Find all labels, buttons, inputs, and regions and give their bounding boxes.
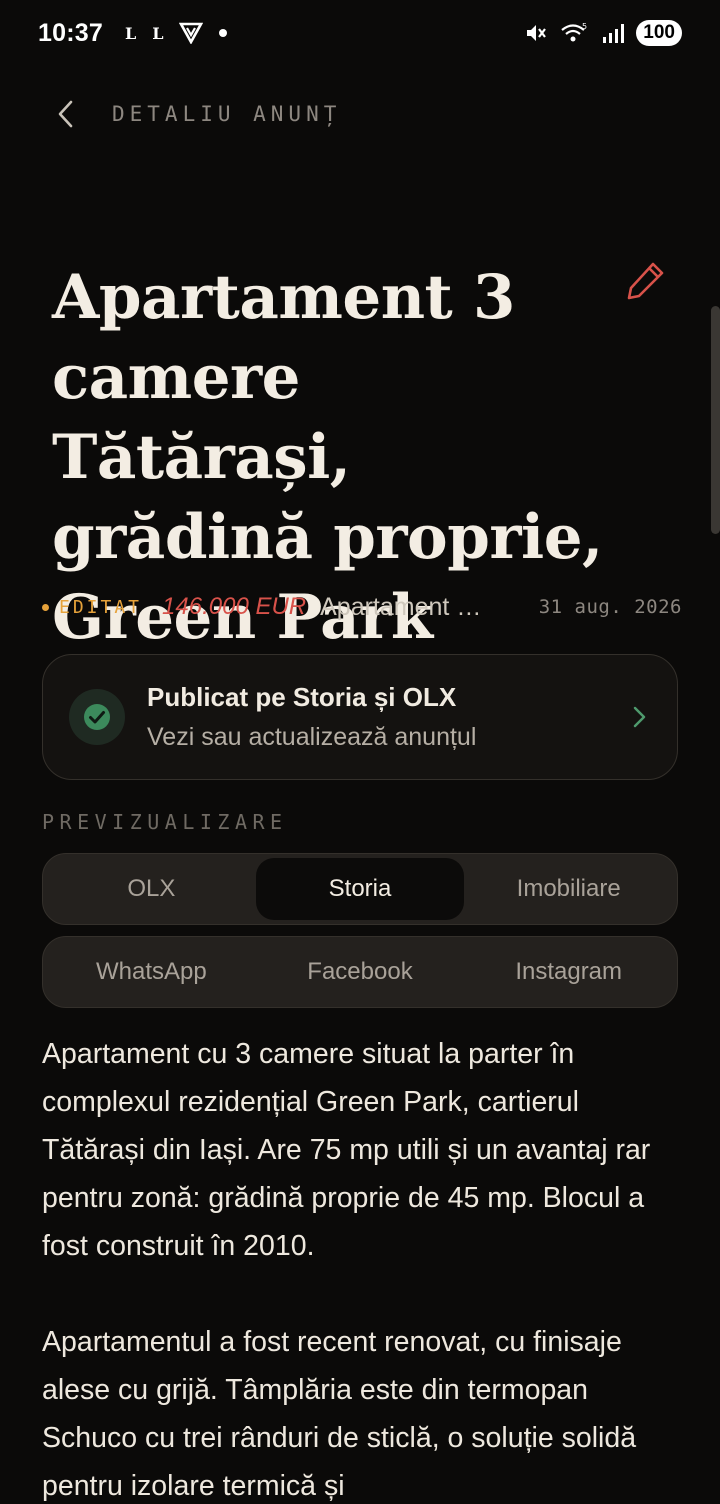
notification-dot-icon bbox=[219, 29, 228, 37]
tab-olx[interactable]: OLX bbox=[47, 858, 256, 920]
preview-platform-tabs: OLX Storia Imobiliare bbox=[42, 853, 678, 925]
notification-l-icon: L bbox=[124, 23, 137, 43]
check-circle-icon bbox=[84, 704, 110, 730]
published-title: Publicat pe Storia și OLX bbox=[147, 682, 457, 712]
tab-imobiliare[interactable]: Imobiliare bbox=[464, 858, 673, 920]
status-bar: 10:37 L L 5 100 bbox=[0, 0, 720, 66]
published-status-card[interactable]: Publicat pe Storia și OLX Vezi sau actua… bbox=[42, 654, 678, 780]
listing-date: 31 aug. 2026 bbox=[538, 596, 682, 618]
description-paragraph: Apartamentul a fost recent renovat, cu f… bbox=[42, 1326, 637, 1502]
tab-whatsapp[interactable]: WhatsApp bbox=[47, 941, 256, 1003]
edit-button[interactable] bbox=[624, 258, 668, 302]
listing-detail-screen: 10:37 L L 5 100 DETALIU ANUNȚ Apartament… bbox=[0, 0, 720, 1504]
battery-indicator: 100 bbox=[636, 20, 682, 46]
status-badge: EDITAT bbox=[59, 596, 143, 618]
mute-icon bbox=[527, 25, 547, 41]
status-time: 10:37 bbox=[38, 18, 103, 47]
scrollbar-thumb[interactable] bbox=[711, 306, 720, 534]
listing-description: Apartament cu 3 camere situat la parter … bbox=[42, 1030, 682, 1504]
chevron-left-icon bbox=[58, 100, 73, 128]
listing-price: 146.000 EUR bbox=[162, 593, 307, 620]
preview-social-tabs: WhatsApp Facebook Instagram bbox=[42, 936, 678, 1008]
description-paragraph: Apartament cu 3 camere situat la parter … bbox=[42, 1038, 651, 1262]
notification-l-icon: L bbox=[152, 23, 164, 43]
preview-section-label: PREVIZUALIZARE bbox=[42, 810, 288, 834]
status-system-icons: 5 100 bbox=[524, 20, 682, 46]
listing-meta: EDITAT 146.000 EUR Apartament cu 3 camer… bbox=[42, 588, 682, 626]
status-dot-icon bbox=[42, 603, 49, 611]
signal-icon bbox=[603, 24, 625, 43]
chevron-right-icon bbox=[633, 706, 646, 728]
vpn-shield-icon bbox=[179, 22, 204, 44]
published-texts: Publicat pe Storia și OLX Vezi sau actua… bbox=[147, 682, 627, 752]
svg-text:5: 5 bbox=[582, 22, 587, 31]
wifi-icon: 5 bbox=[561, 22, 587, 42]
pencil-icon bbox=[627, 262, 664, 300]
top-bar: DETALIU ANUNȚ bbox=[56, 92, 341, 136]
listing-type: Apartament cu 3 camere bbox=[320, 592, 488, 621]
tab-facebook[interactable]: Facebook bbox=[256, 941, 465, 1003]
published-icon-wrap bbox=[69, 689, 125, 745]
back-button[interactable] bbox=[56, 92, 86, 136]
published-subtitle: Vezi sau actualizează anunțul bbox=[147, 723, 477, 751]
page-title: DETALIU ANUNȚ bbox=[112, 102, 342, 126]
tab-storia[interactable]: Storia bbox=[255, 858, 465, 920]
tab-instagram[interactable]: Instagram bbox=[464, 941, 673, 1003]
status-notification-icons: L L bbox=[125, 22, 228, 44]
